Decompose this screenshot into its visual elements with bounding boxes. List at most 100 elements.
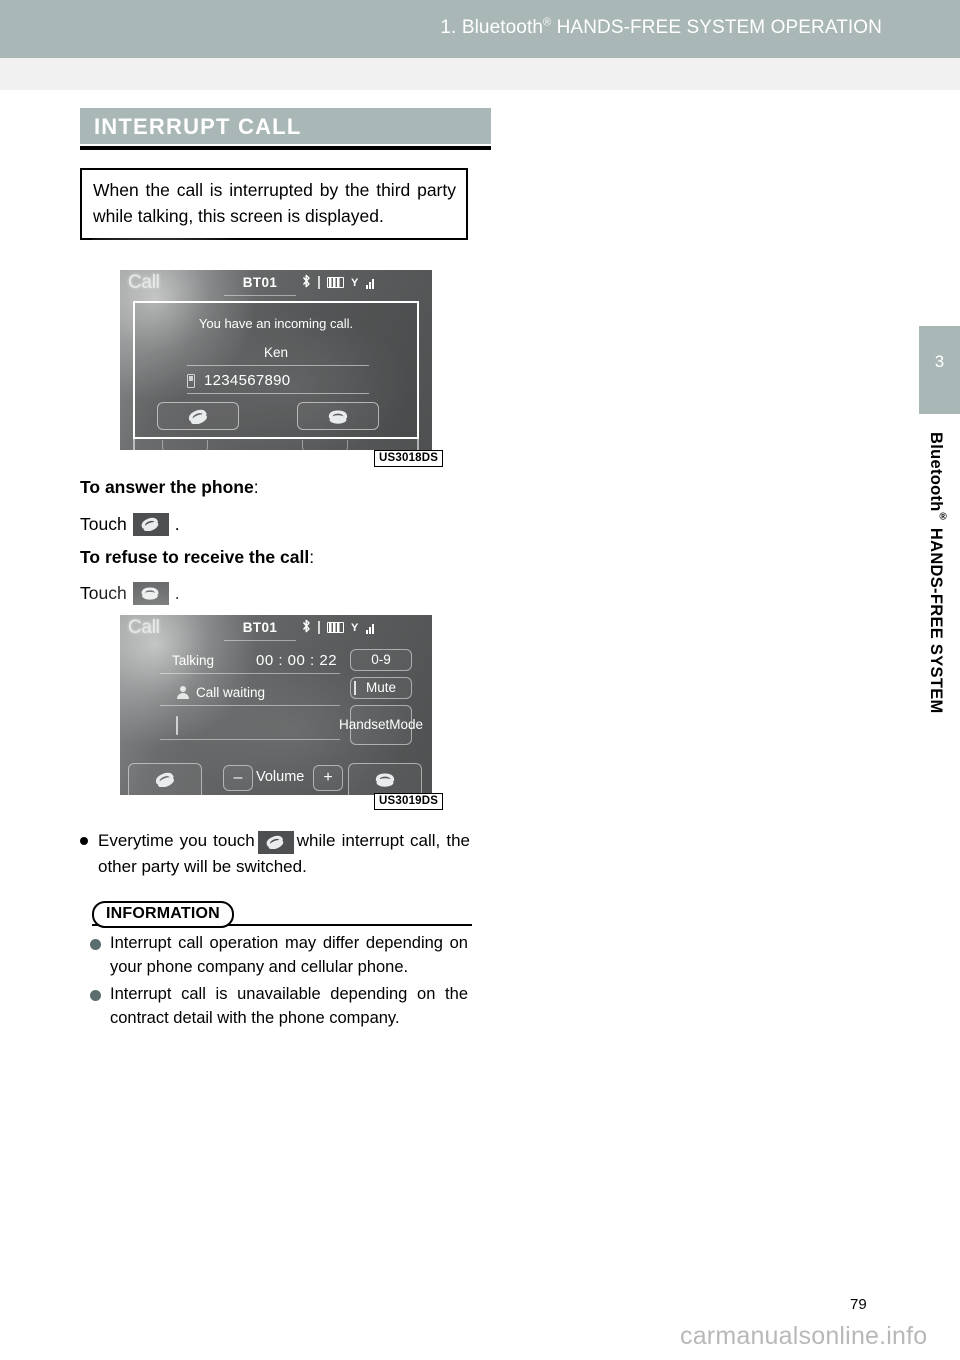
- handset-mode-line2: Mode: [389, 717, 424, 732]
- person-icon: [176, 686, 189, 699]
- page-number: 79: [850, 1296, 867, 1313]
- screen-device-underline: [224, 295, 296, 296]
- talking-divider-3: [160, 739, 340, 740]
- mobile-phone-icon-row: [176, 716, 178, 735]
- answer-touch-suffix: .: [174, 514, 180, 534]
- screen-glare-overlay: [92, 581, 272, 761]
- signal-icon: [366, 277, 375, 289]
- inline-phone-hangup-key: [132, 582, 169, 605]
- mute-indicator-icon: [354, 681, 356, 695]
- incoming-phone-number: 1234567890: [204, 372, 291, 389]
- answer-heading-line: To answer the phone:: [80, 474, 259, 500]
- bullet-dot-icon: [90, 990, 101, 1001]
- battery-icon: [327, 622, 344, 633]
- inline-phone-answer-key: [257, 831, 294, 855]
- bluetooth-icon: [302, 274, 311, 291]
- status-separator-icon: [318, 276, 320, 289]
- mobile-phone-icon: [176, 716, 178, 735]
- bullet-note: Everytime you touch while interrupt call,…: [80, 828, 470, 880]
- registered-mark-icon: ®: [543, 16, 552, 29]
- panel-divider-top: [187, 365, 369, 366]
- phone-answer-icon: [263, 835, 289, 850]
- sidebar-title-part2: HANDS-FREE SYSTEM: [927, 523, 945, 714]
- phone-answer-icon: [152, 772, 178, 787]
- screen-ghost-button-right: [302, 440, 348, 453]
- refuse-touch-suffix: .: [174, 583, 180, 603]
- talking-divider-1: [160, 673, 340, 674]
- talking-status-label: Talking: [172, 653, 215, 668]
- information-list: Interrupt call operation may differ depe…: [88, 932, 468, 1034]
- signal-antenna-icon: Y: [351, 621, 359, 634]
- screen-status-bar: Call BT01 Y: [120, 615, 432, 643]
- bullet-dot-icon: [80, 837, 88, 845]
- talking-elapsed-time: 00 : 00 : 22: [256, 652, 338, 669]
- mute-button[interactable]: Mute: [350, 677, 412, 699]
- volume-plus-button[interactable]: +: [313, 765, 343, 791]
- talking-divider-2: [160, 705, 340, 706]
- phone-hangup-icon: [372, 772, 398, 787]
- phone-hangup-icon: [325, 409, 351, 424]
- figure-tag-talking: US3019DS: [374, 793, 444, 810]
- handset-mode-line1: Handset: [338, 717, 390, 732]
- information-item-text: Interrupt call operation may differ depe…: [110, 934, 468, 976]
- chapter-tab: 3: [919, 326, 960, 414]
- volume-label: Volume: [256, 769, 305, 785]
- bullet-dot-icon: [90, 939, 101, 950]
- incoming-call-panel: You have an incoming call. Ken 123456789…: [133, 301, 419, 439]
- figure-tag-incoming: US3018DS: [374, 450, 444, 467]
- section-title-rule: [80, 146, 491, 150]
- sidebar-title-part1: Bluetooth: [927, 432, 945, 512]
- talking-answer-button[interactable]: [128, 763, 202, 795]
- screen-mode-label: Call: [128, 617, 160, 638]
- refuse-touch-prefix: Touch: [80, 583, 127, 603]
- screen-refuse-button[interactable]: [297, 402, 379, 430]
- page-header-chapter-prefix: 1. Bluetooth: [440, 17, 544, 38]
- mobile-phone-icon: [187, 373, 195, 388]
- sidebar-vertical-title: Bluetooth® HANDS-FREE SYSTEM: [905, 432, 949, 714]
- refuse-touch-line: Touch .: [80, 582, 180, 605]
- screen-status-icons: Y: [302, 619, 375, 636]
- bluetooth-icon: [302, 619, 311, 636]
- section-title-bar: INTERRUPT CALL: [80, 108, 491, 144]
- phone-answer-icon: [138, 517, 164, 532]
- answer-heading: To answer the phone: [80, 477, 254, 497]
- sidebar-registered-mark-icon: ®: [937, 511, 949, 523]
- screen-status-icons: Y: [302, 274, 375, 291]
- information-label: INFORMATION: [92, 901, 234, 928]
- figure-talking-screen: Call BT01 Y Talking 00 : 00 : 22 Call wa…: [92, 581, 432, 805]
- page-header-title: 1. Bluetooth® HANDS-FREE SYSTEM OPERATIO…: [440, 17, 882, 39]
- incoming-call-message: You have an incoming call.: [198, 316, 354, 331]
- inline-phone-answer-key: [132, 513, 169, 536]
- page-header-title-rest: HANDS-FREE SYSTEM OPERATION: [551, 17, 882, 38]
- handset-mode-button[interactable]: Handset Mode: [339, 705, 423, 745]
- screen-device-name: BT01: [242, 275, 278, 290]
- subheader-band: [0, 58, 960, 90]
- volume-minus-button[interactable]: –: [223, 765, 253, 791]
- screen-mode-label: Call: [128, 272, 160, 293]
- answer-heading-colon: :: [253, 477, 259, 497]
- refuse-heading-colon: :: [309, 547, 315, 567]
- information-item-text: Interrupt call is unavailable depending …: [110, 985, 468, 1027]
- section-title-block: INTERRUPT CALL: [80, 108, 491, 150]
- bullet-note-body: Everytime you touch while interrupt call,…: [98, 828, 470, 880]
- screen-device-name: BT01: [242, 620, 278, 635]
- figure-incoming-call-screen: Call BT01 Y You have an incoming call. K…: [92, 236, 432, 460]
- page-header-band: 1. Bluetooth® HANDS-FREE SYSTEM OPERATIO…: [0, 0, 960, 58]
- intro-text: When the call is interrupted by the thir…: [93, 180, 456, 226]
- screen-device-underline: [224, 640, 296, 641]
- screen-answer-button[interactable]: [157, 402, 239, 430]
- battery-icon: [327, 277, 344, 288]
- signal-antenna-icon: Y: [351, 276, 359, 289]
- answer-touch-line: Touch .: [80, 513, 180, 536]
- talking-hangup-button[interactable]: [348, 763, 422, 795]
- answer-touch-prefix: Touch: [80, 514, 127, 534]
- watermark: carmanualsonline.info: [680, 1322, 928, 1350]
- list-item: Interrupt call operation may differ depe…: [88, 932, 468, 979]
- chapter-tab-number: 3: [934, 352, 945, 371]
- keypad-button[interactable]: 0-9: [350, 649, 412, 671]
- phone-hangup-icon: [138, 586, 164, 601]
- call-waiting-label: Call waiting: [196, 685, 266, 700]
- bullet-note-text-before: Everytime you touch: [98, 831, 255, 850]
- call-waiting-row: Call waiting: [176, 685, 265, 700]
- screen-status-bar: Call BT01 Y: [120, 270, 432, 298]
